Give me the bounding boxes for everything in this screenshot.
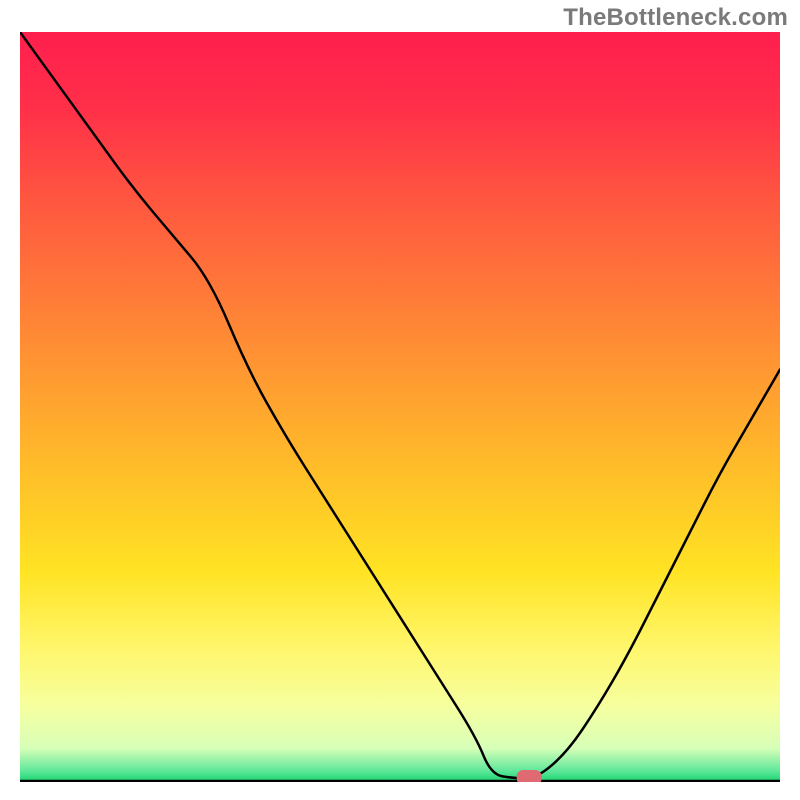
optimal-marker — [517, 771, 541, 783]
watermark-text: TheBottleneck.com — [563, 4, 788, 32]
chart-stage: TheBottleneck.com — [0, 0, 800, 800]
gradient-background — [20, 32, 780, 782]
plot-svg — [20, 32, 780, 782]
plot-area — [20, 32, 780, 782]
